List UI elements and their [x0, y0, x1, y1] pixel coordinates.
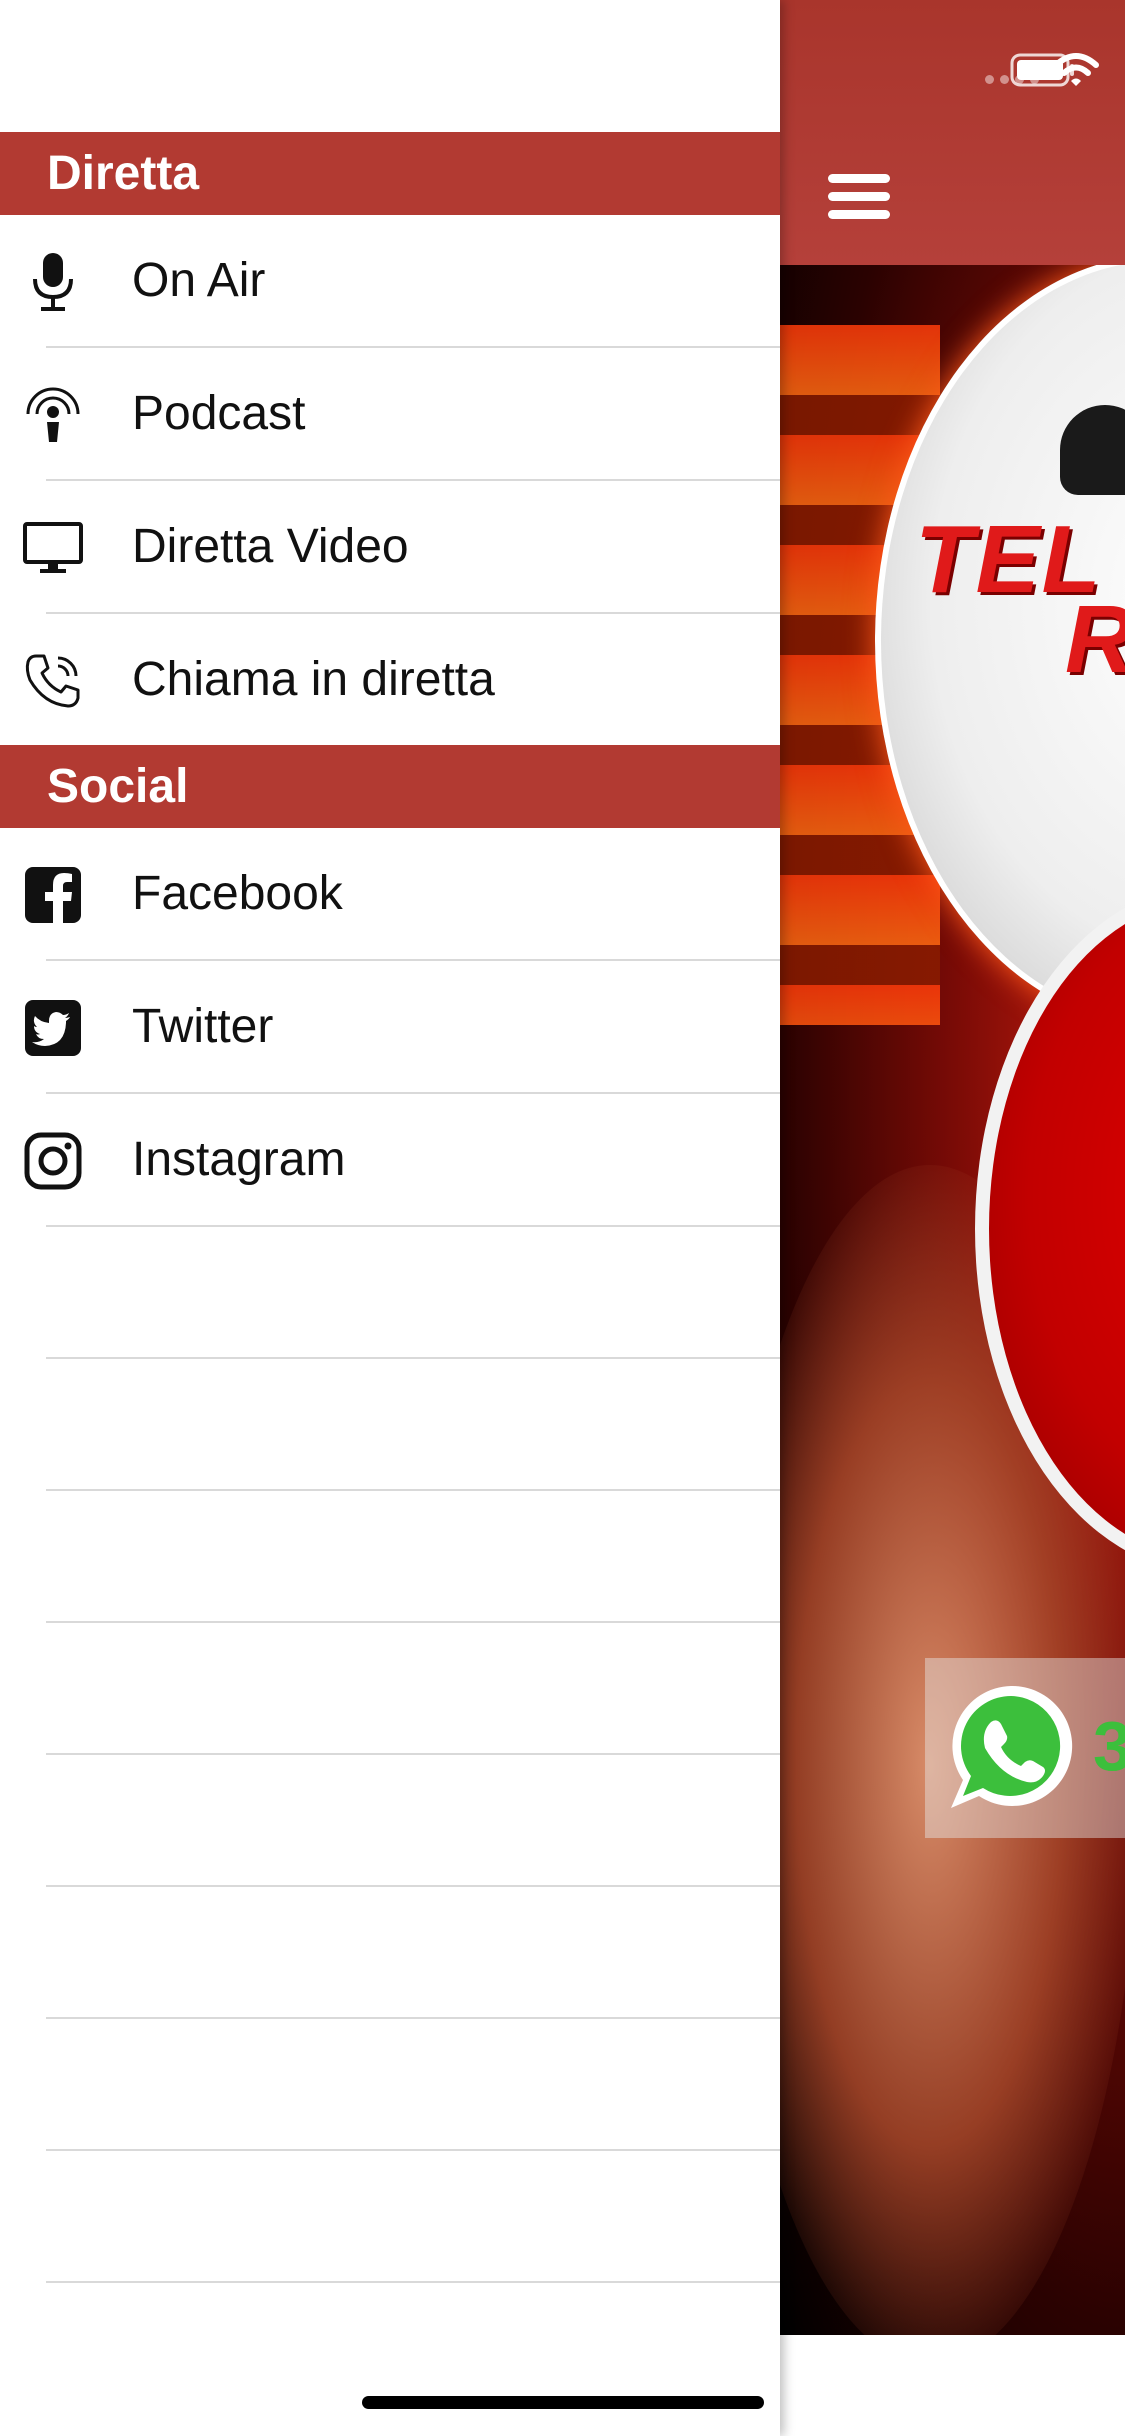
home-indicator[interactable]: [362, 2396, 764, 2409]
hamburger-menu-icon[interactable]: [820, 160, 900, 232]
menu-item-label: Chiama in diretta: [132, 653, 495, 706]
row-separator: [46, 2149, 780, 2151]
podcast-icon: [22, 384, 84, 446]
menu-item-chiama-in-diretta[interactable]: Chiama in diretta: [0, 614, 780, 746]
instagram-icon: [22, 1130, 84, 1192]
menu-item-diretta-video[interactable]: Diretta Video: [0, 481, 780, 613]
section-header-diretta: Diretta: [0, 132, 780, 215]
row-separator: [46, 1753, 780, 1755]
hero-banner: TEL R 3: [780, 265, 1125, 2335]
menu-item-instagram[interactable]: Instagram: [0, 1094, 780, 1226]
battery-icon: [1010, 53, 1074, 87]
menu-item-label: Facebook: [132, 867, 343, 920]
whatsapp-number: 3: [1093, 1707, 1125, 1785]
menu-item-on-air[interactable]: On Air: [0, 215, 780, 347]
menu-item-podcast[interactable]: Podcast: [0, 348, 780, 480]
row-separator: [46, 2281, 780, 2283]
section-header-social: Social: [0, 745, 780, 828]
main-content: TEL R 3: [780, 0, 1125, 2436]
row-separator: [46, 1357, 780, 1359]
status-bar: [885, 45, 1125, 95]
menu-item-label: Diretta Video: [132, 520, 409, 573]
facebook-icon: [22, 864, 84, 926]
whatsapp-contact[interactable]: 3: [925, 1658, 1125, 1838]
row-separator: [46, 2017, 780, 2019]
menu-item-label: Twitter: [132, 1000, 274, 1053]
menu-item-facebook[interactable]: Facebook: [0, 828, 780, 960]
twitter-icon: [22, 997, 84, 1059]
menu-item-label: On Air: [132, 254, 266, 307]
row-separator: [46, 1225, 780, 1227]
whatsapp-icon[interactable]: [941, 1678, 1081, 1818]
row-separator: [46, 1885, 780, 1887]
menu-item-label: Instagram: [132, 1133, 346, 1186]
app-screen: Diretta On Air Podcast Diretta Video Chi…: [0, 0, 1125, 2436]
row-separator: [46, 1621, 780, 1623]
nav-bar: [780, 0, 1125, 265]
logo-text-line2: R: [1065, 585, 1125, 695]
side-drawer: Diretta On Air Podcast Diretta Video Chi…: [0, 0, 780, 2436]
phone-call-icon: [22, 650, 84, 712]
row-separator: [46, 1489, 780, 1491]
monitor-icon: [22, 517, 84, 579]
menu-item-label: Podcast: [132, 387, 306, 440]
microphone-icon: [22, 251, 84, 313]
menu-item-twitter[interactable]: Twitter: [0, 961, 780, 1093]
